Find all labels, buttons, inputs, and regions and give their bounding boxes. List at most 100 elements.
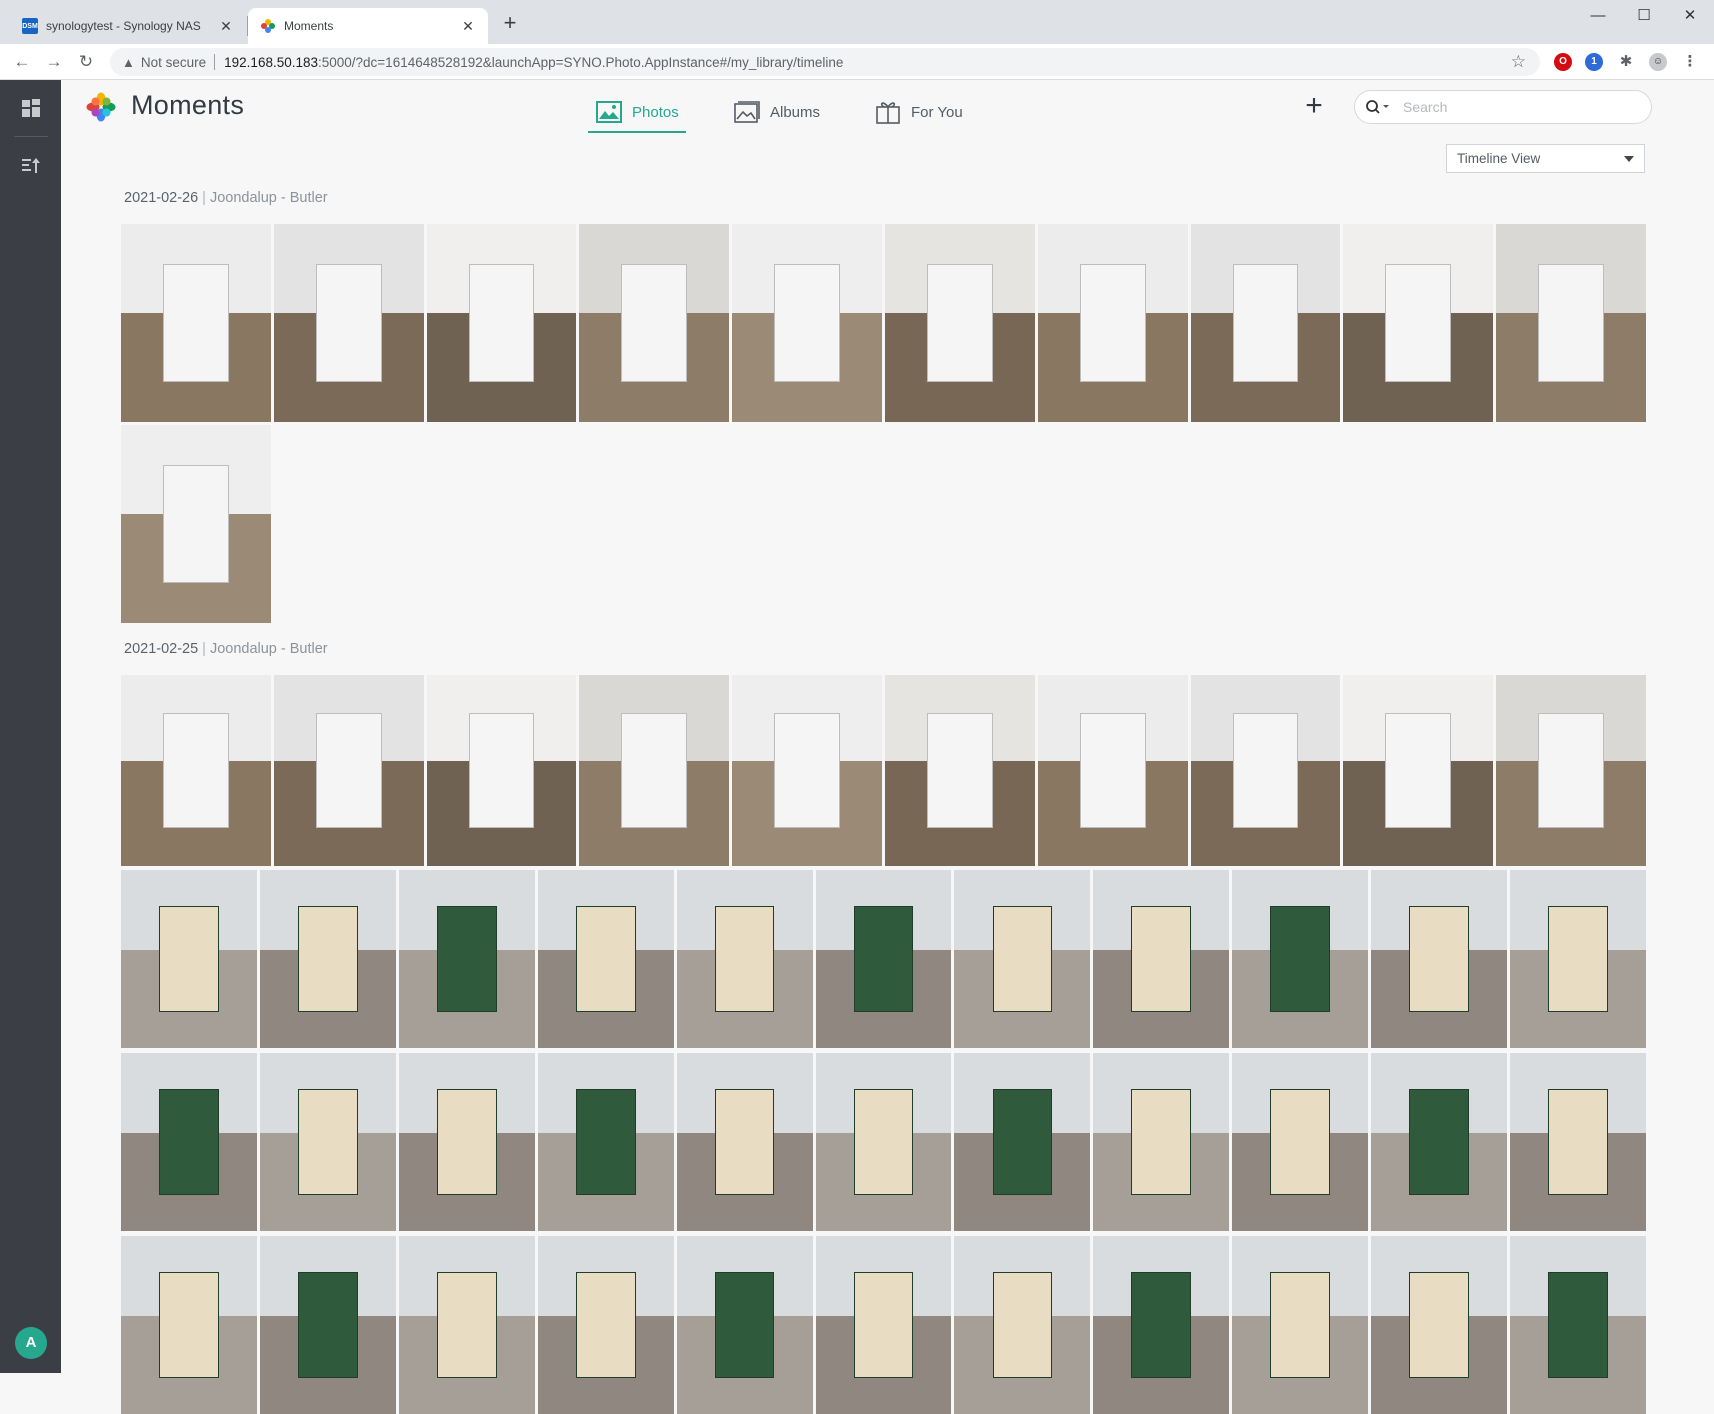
back-arrow-icon[interactable]: ← (10, 50, 34, 74)
photo-thumbnail[interactable] (1190, 224, 1341, 422)
photo-thumbnail[interactable] (273, 675, 424, 866)
browser-tab-moments[interactable]: Moments ✕ (248, 8, 488, 44)
section-location[interactable]: Joondalup - Butler (210, 641, 328, 657)
photo-thumbnail[interactable] (885, 675, 1035, 866)
photo-thumbnail[interactable] (954, 870, 1091, 1048)
photo-subject (162, 263, 229, 383)
photo-subject (162, 464, 229, 584)
photo-thumbnail[interactable] (676, 1236, 813, 1414)
photo-subject (1232, 713, 1299, 828)
photo-thumbnail[interactable] (1343, 224, 1494, 422)
photo-thumbnail[interactable] (1232, 1236, 1369, 1414)
photo-thumbnail[interactable] (121, 1053, 257, 1231)
photo-thumbnail[interactable] (1190, 675, 1341, 866)
photo-thumbnail[interactable] (121, 675, 271, 866)
photo-thumbnail[interactable] (398, 1236, 535, 1414)
close-window-icon[interactable]: ✕ (1667, 2, 1713, 30)
photo-thumbnail[interactable] (426, 675, 577, 866)
photo-thumbnail[interactable] (1510, 1236, 1646, 1414)
photo-thumbnail[interactable] (954, 1236, 1091, 1414)
photo-subject (992, 1088, 1053, 1196)
photo-thumbnail[interactable] (1371, 1053, 1508, 1231)
photo-thumbnail[interactable] (815, 1236, 952, 1414)
photo-subject (774, 263, 841, 383)
photo-thumbnail[interactable] (1510, 870, 1646, 1048)
photo-thumbnail[interactable] (1371, 870, 1508, 1048)
photo-thumbnail[interactable] (259, 1053, 396, 1231)
photo-thumbnail[interactable] (954, 1053, 1091, 1231)
photo-thumbnail[interactable] (121, 224, 271, 422)
photo-thumbnail[interactable] (398, 870, 535, 1048)
bookmark-star-icon[interactable]: ☆ (1511, 52, 1526, 72)
photo-thumbnail[interactable] (1093, 1236, 1230, 1414)
photo-thumbnail[interactable] (259, 1236, 396, 1414)
photo-thumbnail[interactable] (121, 870, 257, 1048)
reload-icon[interactable]: ↻ (74, 50, 98, 74)
profile-avatar-icon[interactable]: ☺ (1649, 53, 1667, 71)
section-location[interactable]: Joondalup - Butler (210, 190, 328, 206)
photo-thumbnail[interactable] (426, 224, 577, 422)
tab-albums[interactable]: Albums (734, 90, 820, 134)
photo-thumbnail[interactable] (1093, 870, 1230, 1048)
photo-thumbnail[interactable] (815, 1053, 952, 1231)
photo-thumbnail[interactable] (259, 870, 396, 1048)
photo-thumbnail[interactable] (537, 1053, 674, 1231)
photo-subject (315, 263, 382, 383)
tab-for-you[interactable]: For You (875, 90, 963, 134)
dashboard-grid-icon[interactable] (19, 96, 43, 120)
photo-thumbnail[interactable] (121, 425, 271, 623)
photo-thumbnail[interactable] (1496, 224, 1646, 422)
sort-upload-icon[interactable] (19, 154, 43, 178)
photo-thumbnail[interactable] (537, 1236, 674, 1414)
close-tab-icon[interactable]: ✕ (218, 18, 234, 34)
moments-app: Moments Photos Albums For You + Search T… (61, 80, 1714, 1414)
search-input[interactable] (1403, 99, 1623, 115)
extensions-puzzle-icon[interactable]: ✱ (1617, 53, 1635, 71)
photo-subject (468, 713, 535, 828)
photo-thumbnail[interactable] (1496, 675, 1646, 866)
new-tab-button[interactable]: + (498, 12, 522, 36)
photo-thumbnail[interactable] (121, 1236, 257, 1414)
photo-thumbnail[interactable] (885, 224, 1035, 422)
photo-thumbnail[interactable] (815, 870, 952, 1048)
minimize-window-icon[interactable]: — (1575, 2, 1621, 30)
user-avatar[interactable]: A (15, 1327, 47, 1359)
photo-thumbnail[interactable] (579, 224, 730, 422)
url-path: :5000/?dc=1614648528192&launchApp=SYNO.P… (318, 54, 844, 70)
opera-extension-icon[interactable]: O (1554, 53, 1572, 71)
photo-thumbnail[interactable] (1232, 870, 1369, 1048)
photo-thumbnail[interactable] (579, 675, 730, 866)
photo-thumbnail[interactable] (1371, 1236, 1508, 1414)
photo-thumbnail[interactable] (1232, 1053, 1369, 1231)
tab-label: For You (911, 103, 963, 121)
photo-thumbnail[interactable] (273, 224, 424, 422)
photo-subject (297, 1271, 358, 1379)
photo-thumbnail[interactable] (537, 870, 674, 1048)
add-button[interactable]: + (1299, 91, 1329, 122)
search-icon[interactable] (1365, 99, 1391, 115)
address-bar[interactable]: ▲ Not secure 192.168.50.183:5000/?dc=161… (110, 48, 1540, 76)
forward-arrow-icon[interactable]: → (42, 50, 66, 74)
photo-thumbnail[interactable] (732, 675, 882, 866)
photo-thumbnail[interactable] (398, 1053, 535, 1231)
photos-icon (596, 101, 622, 123)
photo-thumbnail[interactable] (1343, 675, 1494, 866)
password-extension-icon[interactable]: 1 (1585, 53, 1603, 71)
photo-thumbnail[interactable] (676, 870, 813, 1048)
close-tab-icon[interactable]: ✕ (460, 18, 476, 34)
photo-thumbnail[interactable] (1093, 1053, 1230, 1231)
browser-menu-icon[interactable]: ⋮ (1681, 53, 1699, 71)
search-box[interactable] (1354, 90, 1652, 124)
header-separator: | (202, 641, 206, 657)
photo-thumbnail[interactable] (1510, 1053, 1646, 1231)
photo-thumbnail[interactable] (1037, 675, 1188, 866)
photo-thumbnail[interactable] (676, 1053, 813, 1231)
photo-thumbnail[interactable] (732, 224, 882, 422)
maximize-window-icon[interactable]: ☐ (1621, 2, 1667, 30)
photo-subject (853, 1271, 914, 1379)
browser-tab-synology[interactable]: DSM synologytest - Synology NAS ✕ (10, 8, 246, 44)
photo-subject (1385, 713, 1452, 828)
tab-photos[interactable]: Photos (596, 90, 679, 134)
photo-thumbnail[interactable] (1037, 224, 1188, 422)
view-mode-select[interactable]: Timeline View (1446, 144, 1645, 173)
